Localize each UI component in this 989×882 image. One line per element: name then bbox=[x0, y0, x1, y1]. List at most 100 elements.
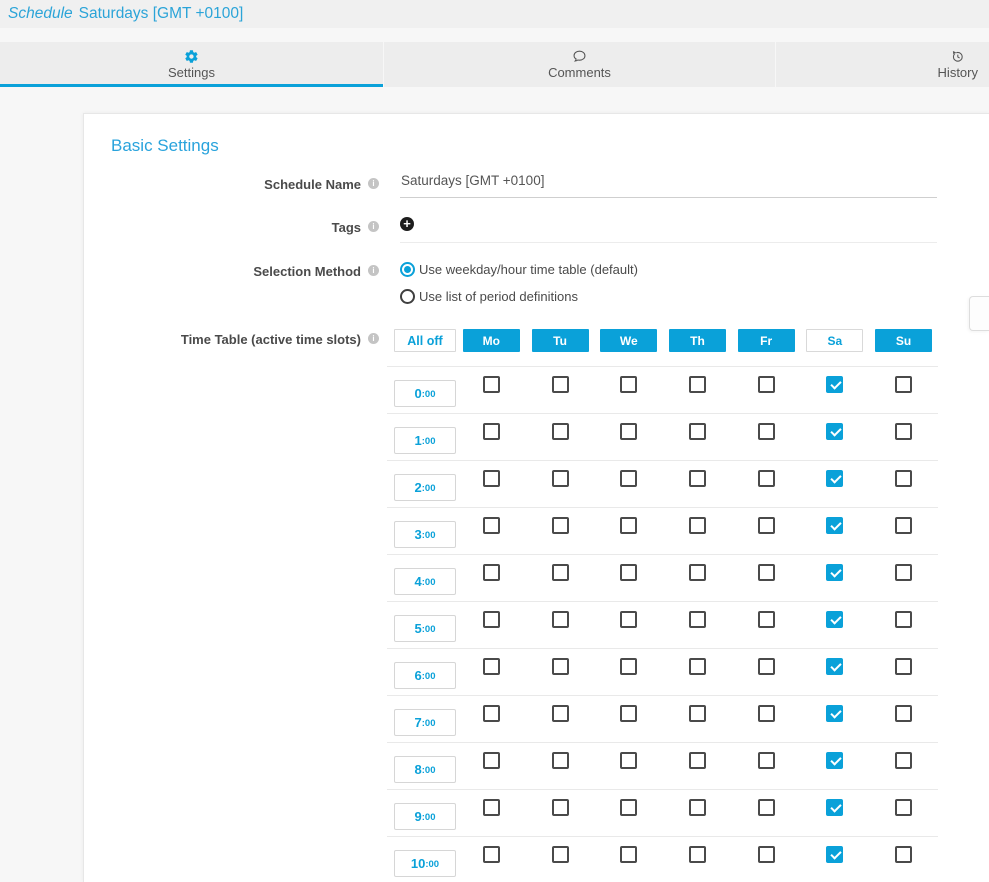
timeslot-checkbox-mo-200[interactable] bbox=[483, 470, 500, 487]
schedule-name-info-icon[interactable] bbox=[368, 178, 379, 189]
timeslot-checkbox-su-700[interactable] bbox=[895, 705, 912, 722]
timeslot-checkbox-mo-700[interactable] bbox=[483, 705, 500, 722]
timeslot-checkbox-tu-600[interactable] bbox=[552, 658, 569, 675]
timeslot-checkbox-fr-500[interactable] bbox=[758, 611, 775, 628]
day-header-button-mo[interactable]: Mo bbox=[463, 329, 520, 352]
hour-row-button-3[interactable]: 3:00 bbox=[394, 521, 456, 548]
hour-row-button-7[interactable]: 7:00 bbox=[394, 709, 456, 736]
day-header-button-th[interactable]: Th bbox=[669, 329, 726, 352]
timeslot-checkbox-th-900[interactable] bbox=[689, 799, 706, 816]
timeslot-checkbox-su-300[interactable] bbox=[895, 517, 912, 534]
timeslot-checkbox-mo-300[interactable] bbox=[483, 517, 500, 534]
timeslot-checkbox-fr-200[interactable] bbox=[758, 470, 775, 487]
timeslot-checkbox-sa-600[interactable] bbox=[826, 658, 843, 675]
timeslot-checkbox-sa-700[interactable] bbox=[826, 705, 843, 722]
hour-row-button-5[interactable]: 5:00 bbox=[394, 615, 456, 642]
timeslot-checkbox-mo-400[interactable] bbox=[483, 564, 500, 581]
timeslot-checkbox-th-500[interactable] bbox=[689, 611, 706, 628]
schedule-name-input[interactable] bbox=[400, 173, 937, 198]
timeslot-checkbox-fr-400[interactable] bbox=[758, 564, 775, 581]
day-header-button-sa[interactable]: Sa bbox=[806, 329, 863, 352]
timeslot-checkbox-sa-100[interactable] bbox=[826, 423, 843, 440]
tab-settings[interactable]: Settings bbox=[0, 42, 383, 87]
hour-row-button-4[interactable]: 4:00 bbox=[394, 568, 456, 595]
timeslot-checkbox-fr-600[interactable] bbox=[758, 658, 775, 675]
timeslot-checkbox-th-200[interactable] bbox=[689, 470, 706, 487]
timeslot-checkbox-sa-900[interactable] bbox=[826, 799, 843, 816]
timeslot-checkbox-mo-000[interactable] bbox=[483, 376, 500, 393]
timeslot-checkbox-mo-100[interactable] bbox=[483, 423, 500, 440]
timeslot-checkbox-sa-800[interactable] bbox=[826, 752, 843, 769]
timeslot-checkbox-tu-400[interactable] bbox=[552, 564, 569, 581]
hour-row-button-0[interactable]: 0:00 bbox=[394, 380, 456, 407]
timeslot-checkbox-su-1000[interactable] bbox=[895, 846, 912, 863]
timeslot-checkbox-tu-200[interactable] bbox=[552, 470, 569, 487]
timeslot-checkbox-th-100[interactable] bbox=[689, 423, 706, 440]
timeslot-checkbox-fr-900[interactable] bbox=[758, 799, 775, 816]
timeslot-checkbox-su-200[interactable] bbox=[895, 470, 912, 487]
timeslot-checkbox-mo-900[interactable] bbox=[483, 799, 500, 816]
timeslot-checkbox-we-400[interactable] bbox=[620, 564, 637, 581]
hour-row-button-1[interactable]: 1:00 bbox=[394, 427, 456, 454]
timeslot-checkbox-sa-000[interactable] bbox=[826, 376, 843, 393]
timeslot-checkbox-tu-500[interactable] bbox=[552, 611, 569, 628]
timeslot-checkbox-sa-200[interactable] bbox=[826, 470, 843, 487]
timeslot-checkbox-we-100[interactable] bbox=[620, 423, 637, 440]
timeslot-checkbox-fr-1000[interactable] bbox=[758, 846, 775, 863]
side-panel-handle[interactable] bbox=[969, 296, 989, 331]
timeslot-checkbox-we-000[interactable] bbox=[620, 376, 637, 393]
timeslot-checkbox-we-300[interactable] bbox=[620, 517, 637, 534]
tab-comments[interactable]: Comments bbox=[384, 42, 775, 87]
timeslot-checkbox-sa-400[interactable] bbox=[826, 564, 843, 581]
add-tag-button[interactable] bbox=[400, 217, 414, 231]
timeslot-checkbox-th-800[interactable] bbox=[689, 752, 706, 769]
timeslot-checkbox-mo-600[interactable] bbox=[483, 658, 500, 675]
timeslot-checkbox-sa-300[interactable] bbox=[826, 517, 843, 534]
selection-method-info-icon[interactable] bbox=[368, 265, 379, 276]
timeslot-checkbox-we-600[interactable] bbox=[620, 658, 637, 675]
tab-history[interactable]: History bbox=[776, 42, 989, 87]
timeslot-checkbox-su-100[interactable] bbox=[895, 423, 912, 440]
timeslot-checkbox-su-000[interactable] bbox=[895, 376, 912, 393]
hour-row-button-6[interactable]: 6:00 bbox=[394, 662, 456, 689]
timeslot-checkbox-we-200[interactable] bbox=[620, 470, 637, 487]
timeslot-checkbox-su-600[interactable] bbox=[895, 658, 912, 675]
timeslot-checkbox-su-500[interactable] bbox=[895, 611, 912, 628]
timeslot-checkbox-th-000[interactable] bbox=[689, 376, 706, 393]
timeslot-checkbox-we-1000[interactable] bbox=[620, 846, 637, 863]
radio-option-timetable[interactable]: Use weekday/hour time table (default) bbox=[400, 262, 638, 277]
day-header-button-tu[interactable]: Tu bbox=[532, 329, 589, 352]
time-table-info-icon[interactable] bbox=[368, 333, 379, 344]
hour-row-button-9[interactable]: 9:00 bbox=[394, 803, 456, 830]
timeslot-checkbox-we-700[interactable] bbox=[620, 705, 637, 722]
day-header-button-fr[interactable]: Fr bbox=[738, 329, 795, 352]
timeslot-checkbox-tu-900[interactable] bbox=[552, 799, 569, 816]
timeslot-checkbox-th-700[interactable] bbox=[689, 705, 706, 722]
timeslot-checkbox-tu-300[interactable] bbox=[552, 517, 569, 534]
timeslot-checkbox-th-300[interactable] bbox=[689, 517, 706, 534]
radio-option-period-list[interactable]: Use list of period definitions bbox=[400, 289, 578, 304]
timeslot-checkbox-tu-100[interactable] bbox=[552, 423, 569, 440]
timeslot-checkbox-fr-800[interactable] bbox=[758, 752, 775, 769]
timeslot-checkbox-mo-1000[interactable] bbox=[483, 846, 500, 863]
timeslot-checkbox-fr-700[interactable] bbox=[758, 705, 775, 722]
timeslot-checkbox-tu-800[interactable] bbox=[552, 752, 569, 769]
timeslot-checkbox-su-400[interactable] bbox=[895, 564, 912, 581]
timeslot-checkbox-sa-1000[interactable] bbox=[826, 846, 843, 863]
timeslot-checkbox-sa-500[interactable] bbox=[826, 611, 843, 628]
timeslot-checkbox-tu-000[interactable] bbox=[552, 376, 569, 393]
timeslot-checkbox-tu-700[interactable] bbox=[552, 705, 569, 722]
timeslot-checkbox-fr-100[interactable] bbox=[758, 423, 775, 440]
timeslot-checkbox-th-600[interactable] bbox=[689, 658, 706, 675]
tags-info-icon[interactable] bbox=[368, 221, 379, 232]
day-header-button-su[interactable]: Su bbox=[875, 329, 932, 352]
timeslot-checkbox-mo-500[interactable] bbox=[483, 611, 500, 628]
timeslot-checkbox-we-500[interactable] bbox=[620, 611, 637, 628]
day-header-button-we[interactable]: We bbox=[600, 329, 657, 352]
timeslot-checkbox-su-800[interactable] bbox=[895, 752, 912, 769]
timeslot-checkbox-fr-300[interactable] bbox=[758, 517, 775, 534]
hour-row-button-8[interactable]: 8:00 bbox=[394, 756, 456, 783]
timeslot-checkbox-su-900[interactable] bbox=[895, 799, 912, 816]
timeslot-checkbox-we-800[interactable] bbox=[620, 752, 637, 769]
timeslot-checkbox-th-1000[interactable] bbox=[689, 846, 706, 863]
